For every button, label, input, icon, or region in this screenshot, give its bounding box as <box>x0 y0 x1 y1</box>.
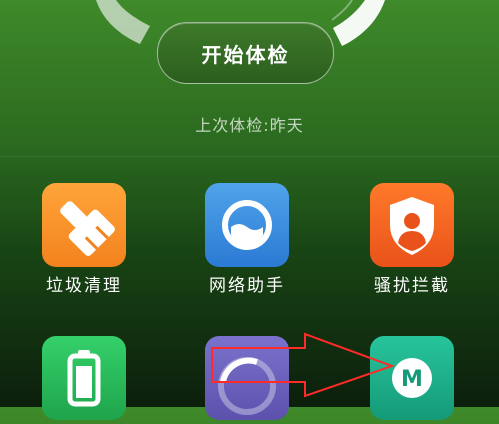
tool-speed[interactable] <box>197 336 297 420</box>
tool-network-assistant[interactable]: 网络助手 <box>197 183 297 298</box>
tool-junk-cleanup[interactable]: 垃圾清理 <box>34 183 134 298</box>
tool-label: 网络助手 <box>209 276 285 296</box>
tool-m-service[interactable]: M <box>362 336 462 420</box>
speed-dial-icon <box>205 336 289 420</box>
last-check-status: 上次体检:昨天 <box>195 116 304 135</box>
tool-label: 骚扰拦截 <box>374 276 450 296</box>
tool-harassment-block[interactable]: 骚扰拦截 <box>362 183 462 298</box>
svg-text:M: M <box>401 367 423 392</box>
battery-icon <box>42 336 126 420</box>
m-badge-icon: M <box>370 336 454 420</box>
tool-label: 垃圾清理 <box>46 276 122 296</box>
broom-icon <box>42 183 126 267</box>
divider <box>0 156 499 157</box>
network-icon <box>205 183 289 267</box>
shield-user-icon <box>370 183 454 267</box>
tool-battery[interactable] <box>34 336 134 420</box>
start-checkup-button[interactable]: 开始体检 <box>157 22 334 84</box>
